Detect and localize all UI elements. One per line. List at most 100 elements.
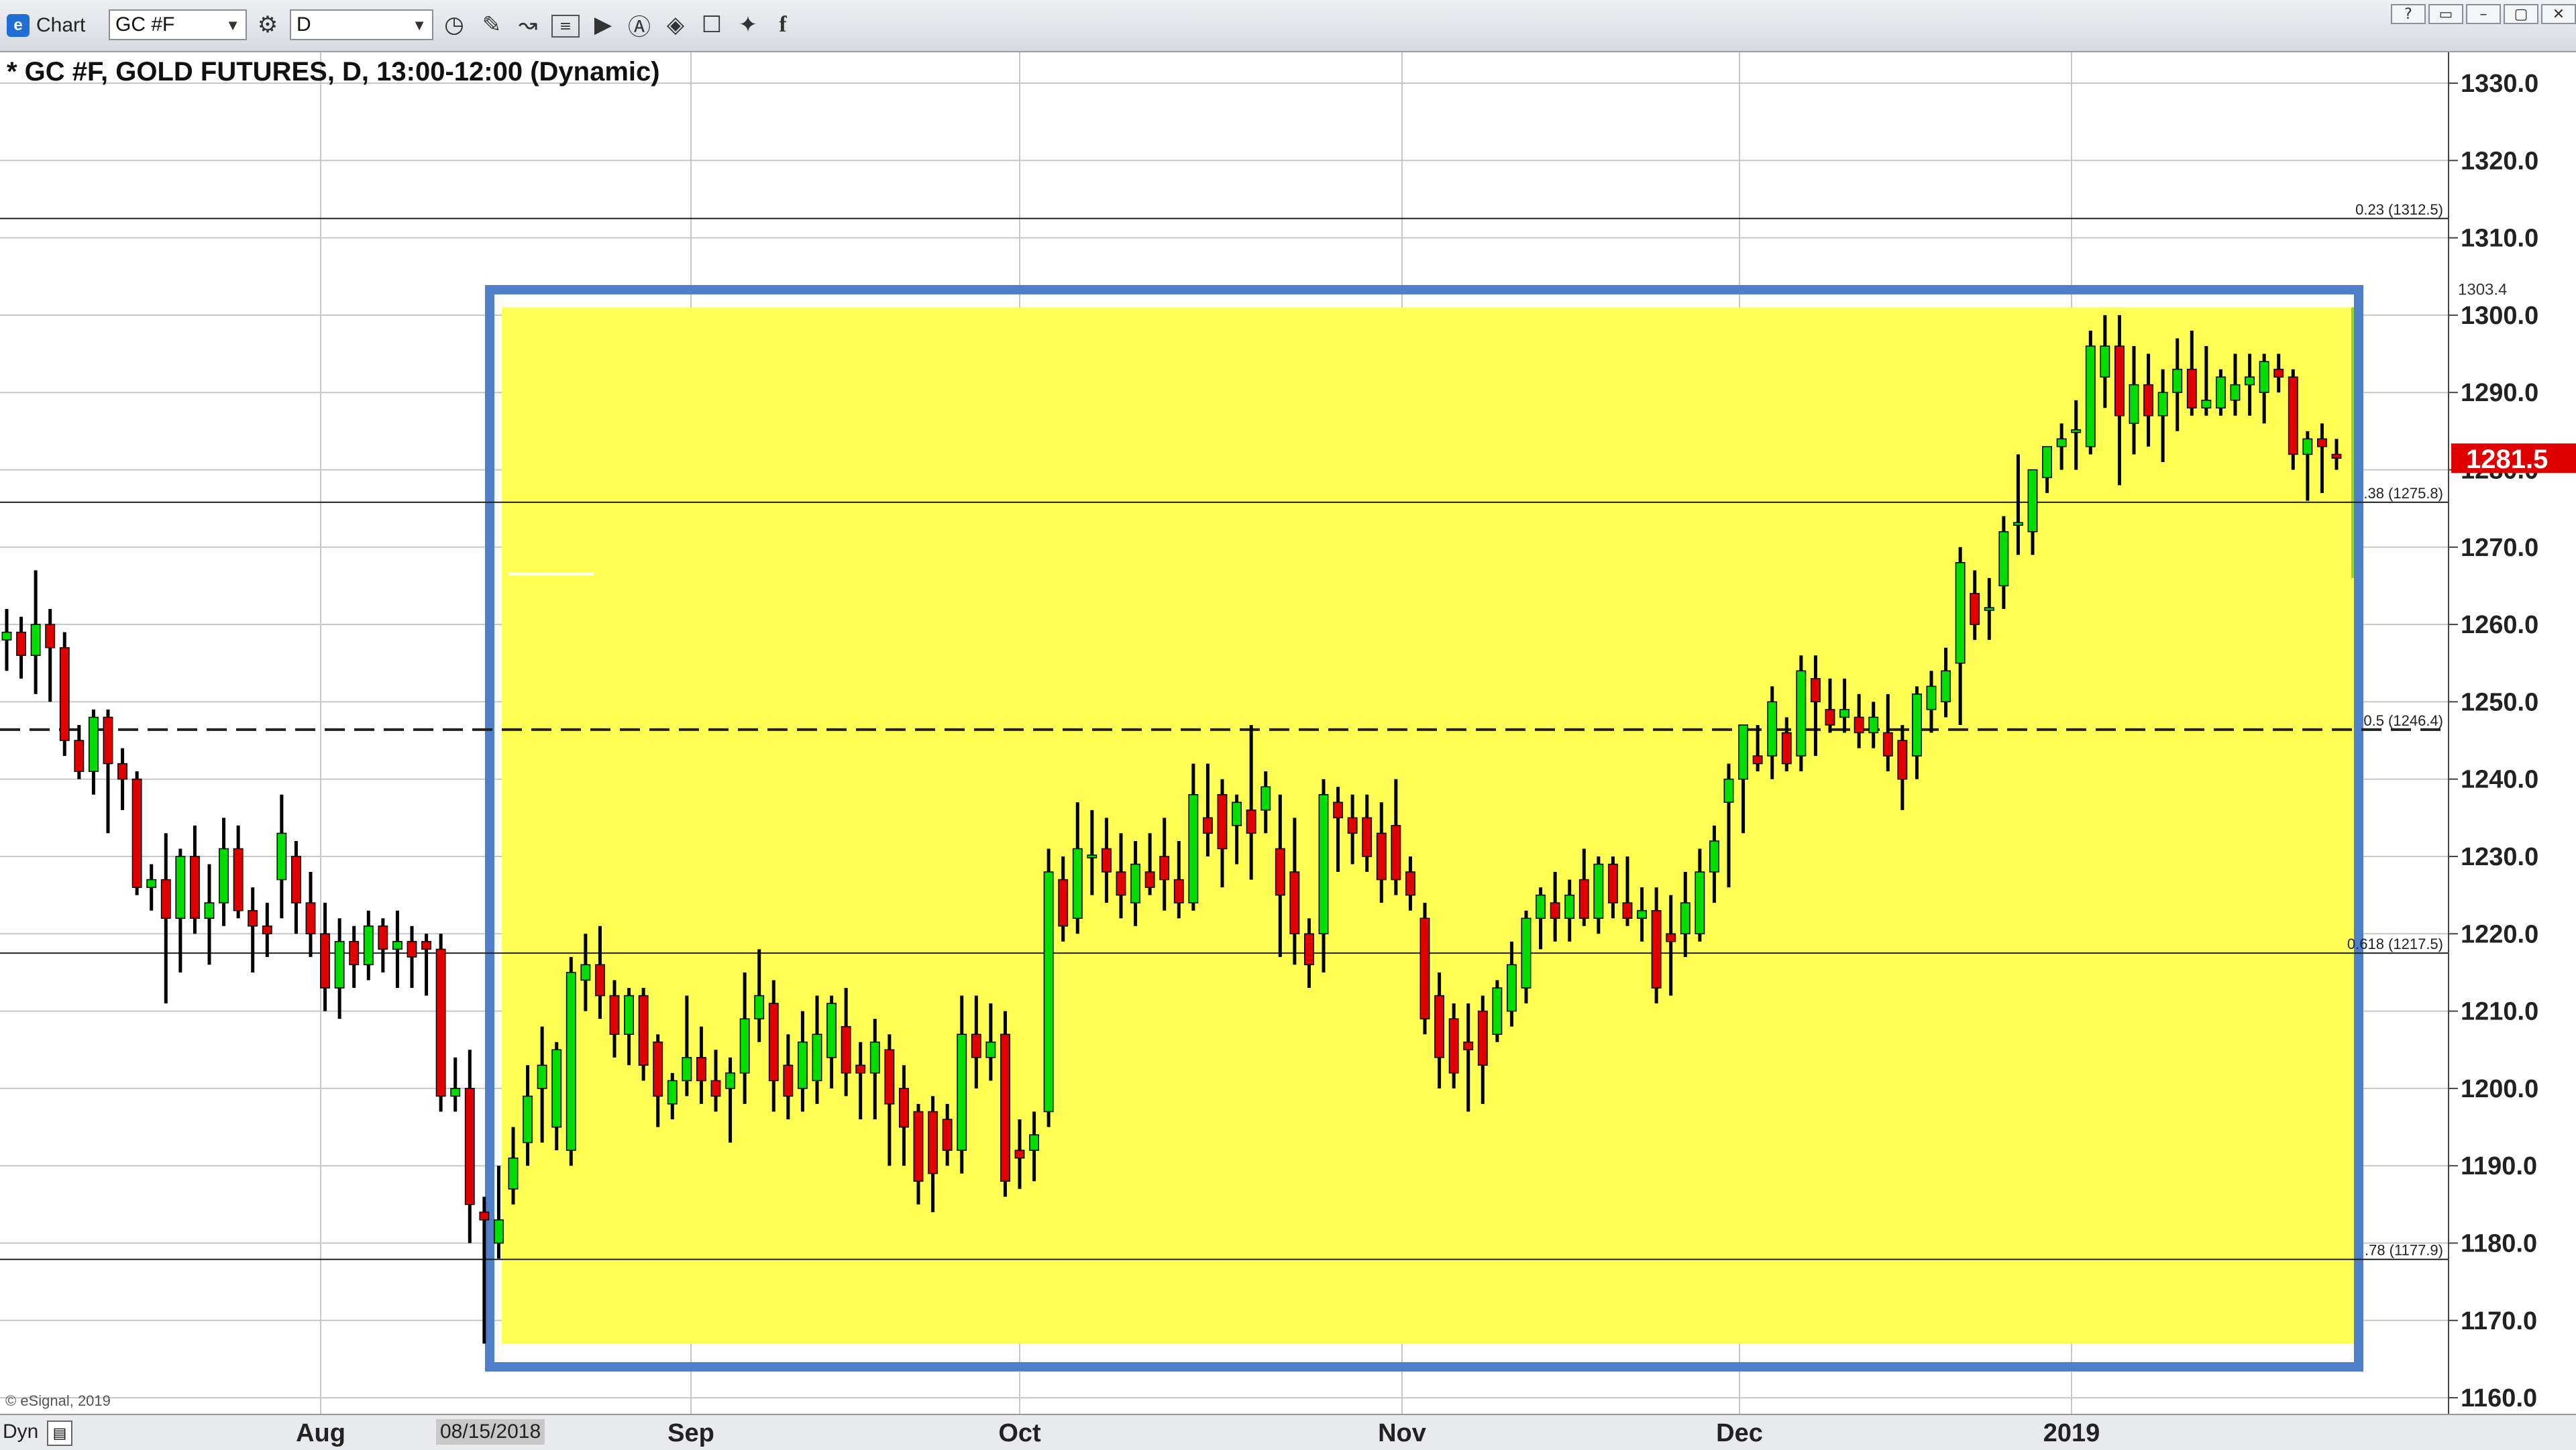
candle-body-down	[928, 1111, 938, 1174]
candle-body-up	[1318, 794, 1329, 935]
dyn-toggle-icon[interactable]: ▤	[47, 1420, 72, 1446]
candle-body-up	[1680, 902, 1690, 935]
highlight-zone	[502, 307, 2358, 1344]
y-tick-label: 1170.0	[2461, 1307, 2537, 1335]
candle-body-down	[1550, 902, 1560, 919]
candle-body-down	[841, 1025, 851, 1074]
candle-body-down	[248, 909, 258, 927]
facebook-icon[interactable]: f	[769, 11, 797, 39]
candle-body-up	[2129, 384, 2139, 425]
chevron-down-icon[interactable]: ▼	[412, 17, 427, 34]
play-icon[interactable]: ▶	[589, 11, 617, 39]
interval-combo[interactable]: D ▼	[290, 9, 433, 40]
candle-body-down	[1058, 879, 1069, 927]
close-button[interactable]: ✕	[2541, 4, 2576, 24]
restore-button[interactable]: ▭	[2428, 4, 2463, 24]
interval-value: D	[297, 13, 311, 36]
candle-body-down	[1246, 810, 1256, 834]
lock-icon[interactable]: ◈	[661, 11, 690, 39]
candle-body-down	[1376, 832, 1387, 881]
y-tick-label: 1160.0	[2461, 1384, 2537, 1412]
candle-body-up	[1998, 531, 2009, 587]
candle-body-down	[1217, 794, 1228, 850]
candle-body-up	[30, 624, 41, 656]
candle-body-up	[2230, 384, 2241, 401]
get-quote-icon[interactable]: ≡	[551, 15, 580, 38]
candle-body-up	[985, 1041, 996, 1058]
candle-body-up	[1695, 871, 1705, 935]
candle-body-down	[290, 856, 301, 903]
fib-level-label: 0.23 (1312.5)	[2355, 201, 2443, 218]
candle-body-up	[1941, 670, 1951, 703]
candle-body-down	[421, 941, 432, 950]
candle-body-down	[1781, 732, 1792, 765]
candle-body-down	[609, 995, 620, 1035]
candle-body-down	[1810, 678, 1821, 703]
candle-body-up	[812, 1034, 822, 1082]
candle-body-up	[826, 1003, 837, 1058]
x-tick-label: 2019	[2043, 1419, 2100, 1447]
price-axis-background	[2449, 52, 2576, 1414]
twitter-icon[interactable]: ✦	[734, 11, 762, 39]
candle-body-up	[2056, 438, 2067, 447]
candle-body-up	[1232, 801, 1242, 826]
symbol-combo[interactable]: GC #F ▼	[109, 9, 247, 40]
candle-body-down	[898, 1088, 909, 1128]
candle-body-down	[305, 902, 316, 935]
candle-body-down	[1970, 593, 1980, 625]
candle-body-up	[551, 1049, 562, 1128]
candle	[1492, 980, 1503, 1042]
candle-body-down	[131, 778, 142, 888]
candle	[1043, 848, 1054, 1127]
candle-body-up	[2027, 469, 2038, 533]
candle	[131, 771, 142, 895]
candle-body-down	[435, 948, 446, 1097]
y-tick-label: 1250.0	[2461, 688, 2538, 716]
candle-body-down	[1578, 879, 1589, 919]
candle-body-up	[1188, 794, 1199, 903]
candle-body-up	[1130, 863, 1141, 903]
curve-tool-icon[interactable]: ↝	[514, 11, 542, 39]
candle-body-up	[2245, 376, 2255, 386]
candle-body-down	[45, 624, 56, 649]
candle-body-up	[1911, 693, 1922, 757]
candle-body-down	[1651, 909, 1662, 989]
candle	[1796, 655, 1807, 772]
fib-level-label: .78 (1177.9)	[2365, 1242, 2443, 1259]
candle-body-down	[1622, 902, 1633, 919]
app-logo-icon: e	[7, 14, 30, 37]
chevron-down-icon[interactable]: ▼	[225, 17, 240, 34]
candle-body-up	[363, 926, 374, 966]
candle	[2288, 369, 2298, 470]
candle-body-up	[2157, 392, 2168, 416]
candle-body-down	[1477, 1010, 1488, 1066]
candle-body-up	[957, 1034, 967, 1151]
candle-body-up	[1506, 964, 1517, 1012]
candle-body-down	[971, 1034, 981, 1058]
candle-body-down	[783, 1064, 794, 1097]
comment-icon[interactable]: ☐	[698, 11, 726, 39]
y-tick-label: 1200.0	[2461, 1075, 2538, 1103]
maximize-button[interactable]: ▢	[2504, 4, 2538, 24]
y-tick-label: 1190.0	[2461, 1152, 2537, 1180]
minimize-button[interactable]: –	[2466, 4, 2501, 24]
y-tick-label: 1230.0	[2461, 843, 2538, 871]
settings-icon[interactable]: ⚙	[254, 11, 282, 39]
y-tick-label: 1240.0	[2461, 766, 2538, 794]
x-tick-label: Aug	[296, 1419, 345, 1447]
candle-body-down	[349, 941, 360, 966]
candle-body-down	[855, 1064, 866, 1074]
clock-icon[interactable]: ◷	[440, 11, 468, 39]
candle-body-down	[696, 1057, 706, 1082]
alert-icon[interactable]: Ⓐ	[625, 11, 653, 41]
help-button[interactable]: ?	[2391, 4, 2426, 24]
candle-body-up	[2042, 446, 2053, 478]
price-chart[interactable]: 0.23 (1312.5) .38 (1275.8) 0.5 (1246.4) 0.6…	[0, 52, 2576, 1414]
candle-body-down	[1362, 817, 1373, 857]
candle-body-down	[2143, 384, 2154, 416]
pencil-icon[interactable]: ✎	[478, 11, 506, 39]
candle-body-down	[160, 879, 171, 919]
y-tick-label: 1330.0	[2461, 70, 2538, 98]
candle-body-up	[1796, 670, 1807, 757]
y-tick-label: 1210.0	[2461, 998, 2538, 1026]
